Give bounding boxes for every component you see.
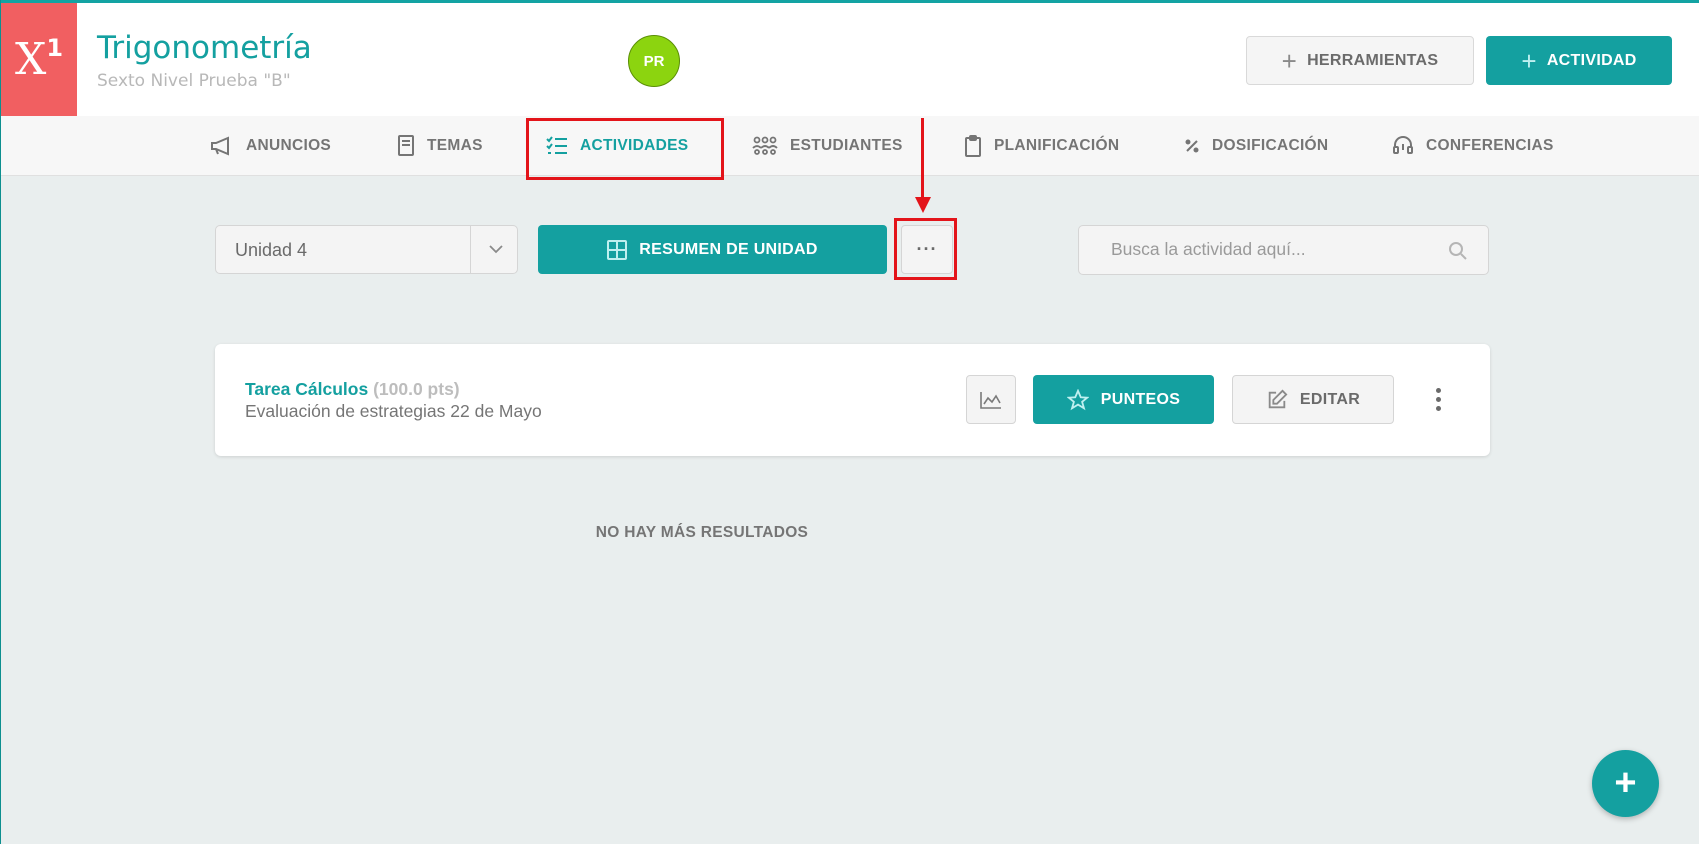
kebab-dot — [1435, 405, 1441, 411]
tab-label: PLANIFICACIÓN — [994, 137, 1120, 154]
tab-dosificacion[interactable]: DOSIFICACIÓN — [1184, 116, 1328, 176]
grid-icon — [607, 239, 628, 260]
activity-points: (100.0 pts) — [373, 379, 460, 399]
plus-icon: + — [1281, 45, 1298, 76]
edit-button[interactable]: EDITAR — [1232, 375, 1394, 424]
course-subtitle: Sexto Nivel Prueba "B" — [97, 71, 291, 91]
activity-card: Tarea Cálculos (100.0 pts) Evaluación de… — [215, 344, 1490, 456]
tab-planificacion[interactable]: PLANIFICACIÓN — [964, 116, 1119, 176]
search-icon[interactable] — [1448, 241, 1468, 261]
logo-letter: X — [14, 34, 47, 85]
activity-search — [1078, 225, 1489, 275]
edit-icon — [1268, 389, 1288, 408]
unit-summary-label: RESUMEN DE UNIDAD — [639, 240, 818, 258]
tools-button[interactable]: + HERRAMIENTAS — [1246, 36, 1474, 85]
tab-temas[interactable]: TEMAS — [397, 116, 483, 176]
tab-label: ESTUDIANTES — [790, 137, 903, 154]
course-title: Trigonometría — [97, 30, 312, 66]
tools-button-label: HERRAMIENTAS — [1307, 51, 1439, 69]
select-divider — [470, 226, 471, 273]
annotation-arrow-head — [915, 197, 931, 213]
no-more-results: NO HAY MÁS RESULTADOS — [595, 524, 809, 541]
app-logo[interactable]: X1 — [1, 3, 77, 116]
add-activity-button-label: ACTIVIDAD — [1546, 51, 1637, 69]
kebab-dot — [1435, 387, 1441, 393]
unit-select-value: Unidad 4 — [235, 240, 308, 260]
avatar[interactable]: PR — [628, 35, 680, 87]
tab-label: TEMAS — [427, 137, 483, 154]
stats-button[interactable] — [966, 375, 1016, 424]
floating-add-button[interactable]: + — [1592, 750, 1659, 817]
book-icon — [398, 135, 414, 156]
headset-icon — [1393, 136, 1413, 154]
percent-icon — [1185, 139, 1199, 153]
megaphone-icon — [211, 136, 229, 156]
edit-button-label: EDITAR — [1299, 390, 1361, 408]
course-nav: ANUNCIOS TEMAS ACTIVIDADES ESTUDIANTES P… — [1, 116, 1699, 176]
annotation-highlight-actividades — [526, 118, 724, 180]
tab-label: ANUNCIOS — [246, 137, 332, 154]
activity-title-line: Tarea Cálculos (100.0 pts) — [245, 379, 460, 400]
no-more-results-wrapper: NO HAY MÁS RESULTADOS — [1, 524, 1699, 542]
plus-icon: + — [1521, 45, 1537, 76]
more-options-button[interactable]: ··· — [901, 225, 953, 274]
add-activity-button[interactable]: + ACTIVIDAD — [1486, 36, 1672, 85]
logo-superscript: 1 — [46, 33, 64, 62]
tab-conferencias[interactable]: CONFERENCIAS — [1392, 116, 1554, 176]
tab-label: DOSIFICACIÓN — [1212, 137, 1329, 154]
star-icon — [1066, 388, 1089, 410]
punteos-button[interactable]: PUNTEOS — [1033, 375, 1214, 424]
tab-estudiantes[interactable]: ESTUDIANTES — [752, 116, 903, 176]
punteos-button-label: PUNTEOS — [1100, 390, 1181, 408]
tab-label: CONFERENCIAS — [1426, 137, 1554, 154]
activity-description: Evaluación de estrategias 22 de Mayo — [245, 401, 542, 421]
activity-menu-button[interactable] — [1426, 382, 1450, 416]
area-chart-icon — [980, 391, 1001, 409]
activity-title[interactable]: Tarea Cálculos — [245, 379, 368, 399]
unit-summary-button[interactable]: RESUMEN DE UNIDAD — [538, 225, 887, 274]
clipboard-icon — [965, 135, 981, 157]
kebab-dot — [1435, 396, 1441, 402]
students-icon — [752, 136, 778, 155]
unit-select[interactable]: Unidad 4 — [215, 225, 518, 274]
tab-anuncios[interactable]: ANUNCIOS — [210, 116, 331, 176]
annotation-arrow-line — [921, 118, 924, 203]
search-input[interactable] — [1111, 239, 1431, 260]
app-header: X1 Trigonometría Sexto Nivel Prueba "B" … — [1, 3, 1699, 116]
chevron-down-icon — [489, 245, 503, 254]
